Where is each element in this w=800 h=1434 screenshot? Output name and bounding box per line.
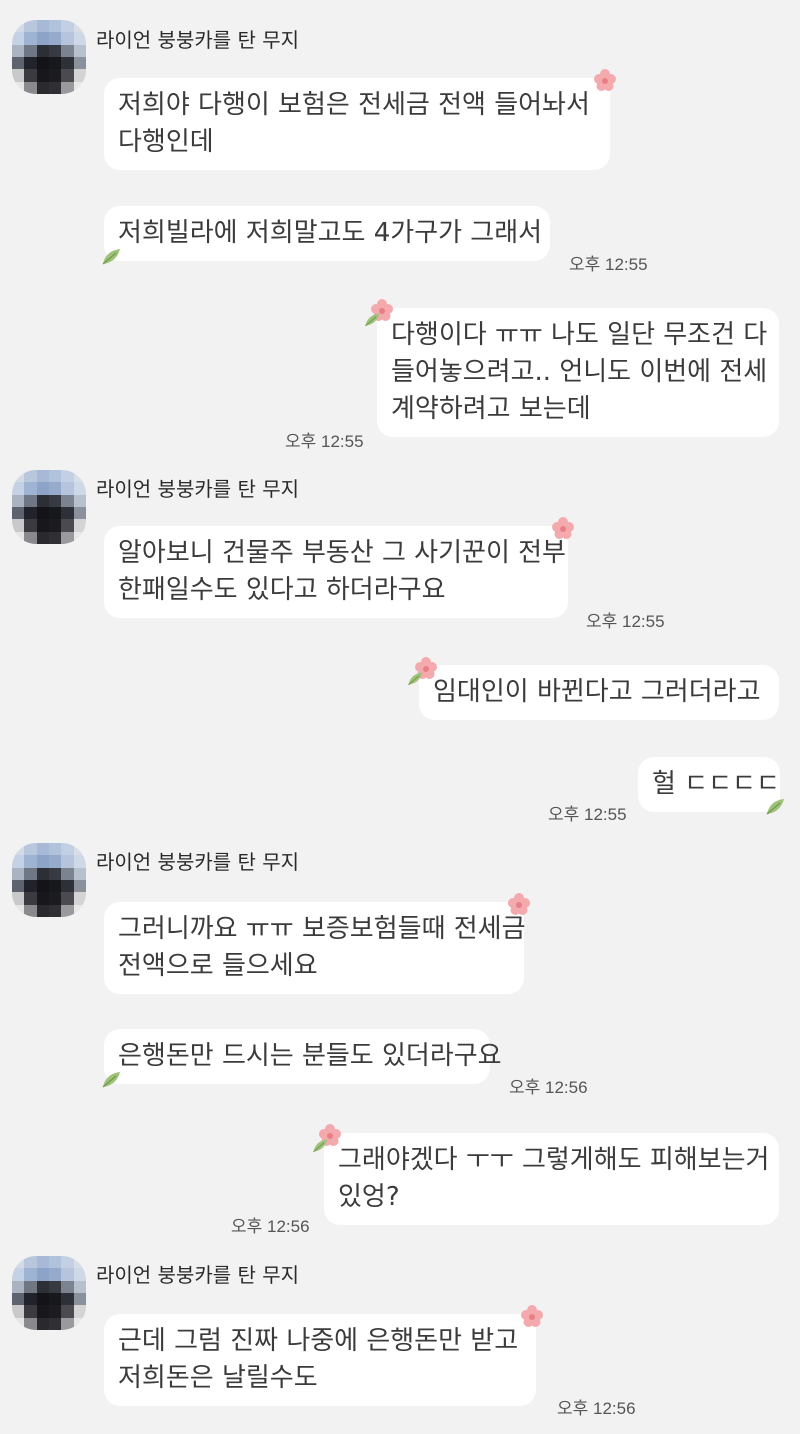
message-bubble[interactable]: 근데 그럼 진짜 나중에 은행돈만 받고 저희돈은 날릴수도 [104, 1314, 536, 1406]
message-text: 다행인데 [118, 127, 214, 157]
green-leaf-icon [312, 1138, 328, 1153]
sender-name: 라이언 붕붕카를 탄 무지 [96, 1263, 300, 1287]
avatar[interactable] [12, 843, 86, 917]
message-bubble[interactable]: 헐 ㄷㄷㄷㄷ [638, 757, 780, 812]
message-text: 그래야겠다 ㅜㅜ 그렇게해도 피해보는거 [338, 1145, 770, 1175]
pink-flower-icon [508, 893, 530, 915]
green-leaf-icon [102, 1071, 121, 1088]
green-leaf-icon [364, 312, 380, 327]
avatar[interactable] [12, 20, 86, 94]
pink-flower-icon [594, 69, 616, 91]
message-text: 그러니까요 ㅠㅠ 보증보험들때 전세금 [118, 914, 526, 944]
message-bubble[interactable]: 저희빌라에 저희말고도 4가구가 그래서 [104, 206, 550, 261]
message-bubble[interactable]: 그래야겠다 ㅜㅜ 그렇게해도 피해보는거 있엉? [324, 1133, 779, 1225]
message-text: 저희빌라에 저희말고도 4가구가 그래서 [118, 218, 543, 248]
message-text: 헐 ㄷㄷㄷㄷ [652, 769, 780, 799]
message-text: 계약하려고 보는데 [391, 394, 591, 424]
sender-name: 라이언 붕붕카를 탄 무지 [96, 28, 300, 52]
pink-flower-icon [521, 1305, 543, 1327]
timestamp: 오후 12:55 [569, 255, 648, 274]
sender-name: 라이언 붕붕카를 탄 무지 [96, 850, 300, 874]
message-bubble[interactable]: 다행이다 ㅠㅠ 나도 일단 무조건 다 들어놓으려고.. 언니도 이번에 전세 … [377, 308, 779, 437]
timestamp: 오후 12:55 [285, 432, 364, 451]
sender-name: 라이언 붕붕카를 탄 무지 [96, 477, 300, 501]
message-text: 전액으로 들으세요 [118, 951, 318, 981]
green-leaf-icon [407, 671, 423, 686]
timestamp: 오후 12:55 [548, 805, 627, 824]
timestamp: 오후 12:56 [231, 1217, 310, 1236]
green-leaf-icon [102, 248, 121, 265]
message-bubble[interactable]: 은행돈만 드시는 분들도 있더라구요 [104, 1029, 502, 1084]
message-bubble[interactable]: 임대인이 바뀐다고 그러더라고 [419, 665, 779, 720]
message-text: 다행이다 ㅠㅠ 나도 일단 무조건 다 [391, 320, 768, 350]
message-text: 저희돈은 날릴수도 [118, 1363, 318, 1393]
green-leaf-icon [766, 798, 785, 815]
message-bubble[interactable]: 알아보니 건물주 부동산 그 사기꾼이 전부 한패일수도 있다고 하더라구요 [104, 526, 568, 618]
message-text: 은행돈만 드시는 분들도 있더라구요 [118, 1041, 502, 1071]
message-text: 알아보니 건물주 부동산 그 사기꾼이 전부 [118, 538, 566, 568]
message-text: 들어놓으려고.. 언니도 이번에 전세 [391, 357, 768, 387]
message-bubble[interactable]: 저희야 다행이 보험은 전세금 전액 들어놔서 다행인데 [104, 78, 610, 170]
message-text: 한패일수도 있다고 하더라구요 [118, 575, 446, 605]
message-text: 근데 그럼 진짜 나중에 은행돈만 받고 [118, 1326, 519, 1356]
avatar[interactable] [12, 1256, 86, 1330]
timestamp: 오후 12:56 [557, 1399, 636, 1418]
message-text: 임대인이 바뀐다고 그러더라고 [433, 677, 761, 707]
pink-flower-icon [552, 517, 574, 539]
message-bubble[interactable]: 그러니까요 ㅠㅠ 보증보험들때 전세금 전액으로 들으세요 [104, 902, 526, 994]
message-text: 있엉? [338, 1182, 400, 1212]
timestamp: 오후 12:55 [586, 612, 665, 631]
timestamp: 오후 12:56 [509, 1078, 588, 1097]
avatar[interactable] [12, 470, 86, 544]
message-text: 저희야 다행이 보험은 전세금 전액 들어놔서 [118, 90, 590, 120]
